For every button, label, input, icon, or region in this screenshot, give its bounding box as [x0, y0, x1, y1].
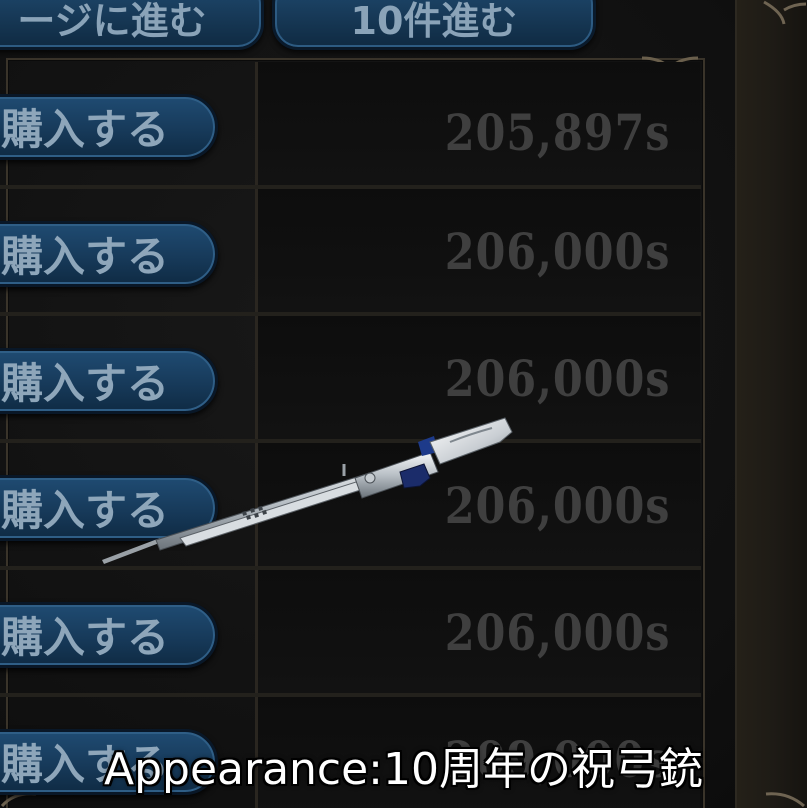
price-value: 205,897s	[444, 103, 670, 162]
buy-button-label: 購入する	[1, 232, 170, 281]
next-page-button[interactable]: ージに進む	[0, 0, 264, 50]
price-cell: 206,000s	[255, 570, 700, 693]
price-value: 206,000s	[444, 222, 670, 281]
side-panel	[735, 0, 807, 808]
price-cell: 206,000s	[255, 189, 700, 312]
next-10-button[interactable]: 10件進む	[272, 0, 596, 50]
buy-button[interactable]: 購入する	[0, 348, 218, 414]
next-10-label: 10件進む	[350, 0, 518, 43]
price-value: 206,000s	[444, 349, 670, 408]
buy-button-label: 購入する	[1, 105, 170, 154]
buy-button-label: 購入する	[1, 613, 170, 662]
appearance-caption: Appearance:10周年の祝弓銃	[103, 744, 703, 795]
buy-button[interactable]: 購入する	[0, 221, 218, 287]
list-item: 購入する 205,897s	[0, 62, 701, 189]
corner-ornament-icon	[760, 0, 807, 25]
market-screen: ージに進む 10件進む 購入する 205,897s 購入する 206,000s …	[0, 0, 807, 808]
list-item: 購入する 206,000s	[0, 570, 701, 697]
buy-button[interactable]: 購入する	[0, 602, 218, 668]
price-value: 206,000s	[444, 603, 670, 662]
list-item: 購入する 206,000s	[0, 189, 701, 316]
buy-button[interactable]: 購入する	[0, 94, 218, 160]
buy-button-label: 購入する	[1, 359, 170, 408]
price-cell: 205,897s	[255, 62, 700, 185]
rifle-icon	[100, 412, 520, 572]
next-page-label: ージに進む	[17, 0, 207, 43]
